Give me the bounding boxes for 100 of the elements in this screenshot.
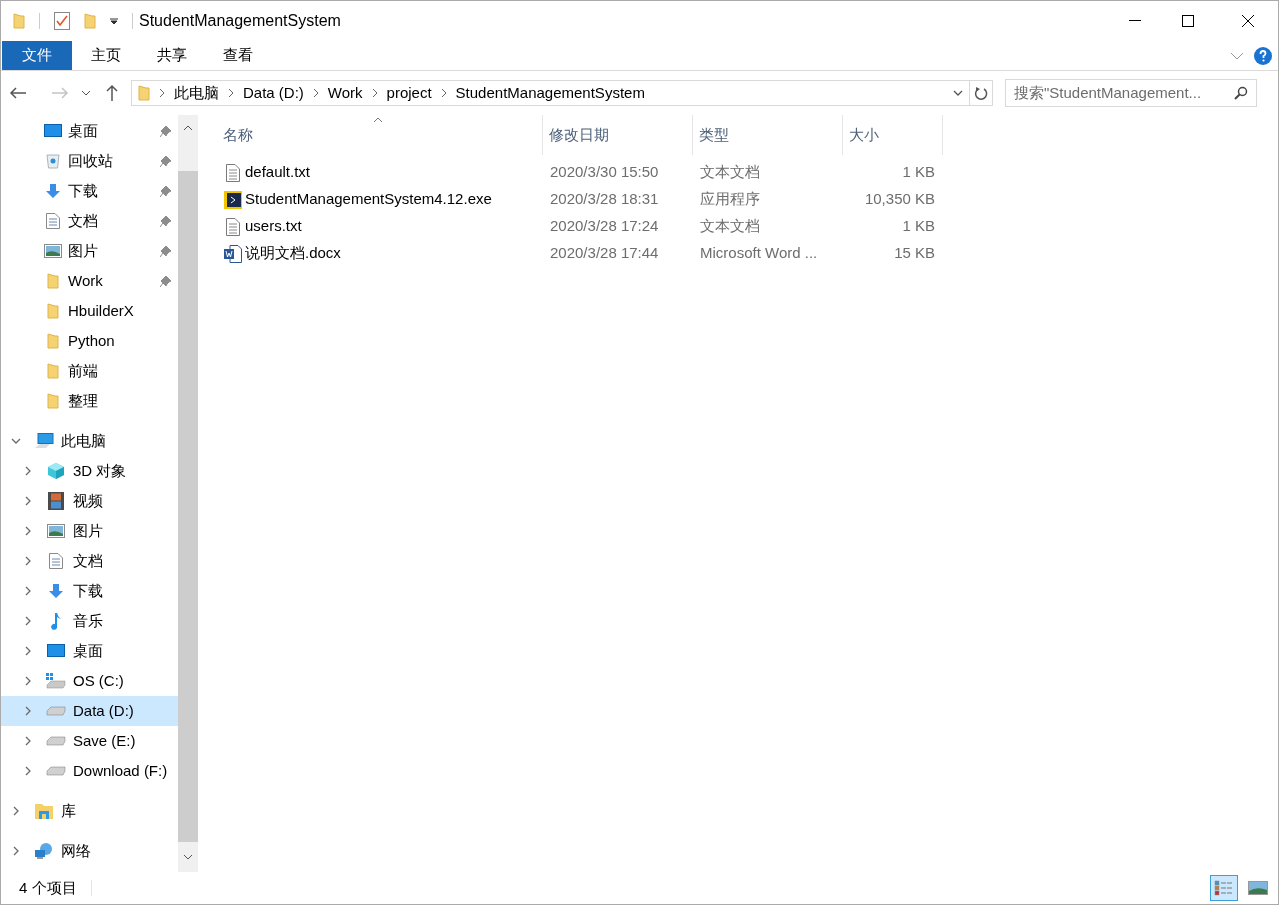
- breadcrumb-chevron-icon[interactable]: [159, 88, 165, 98]
- nav-tree-item[interactable]: 音乐: [1, 606, 178, 636]
- scrollbar[interactable]: [178, 115, 198, 872]
- quick-access-item[interactable]: 整理: [1, 386, 178, 416]
- pin-icon[interactable]: [160, 155, 172, 167]
- pin-icon[interactable]: [160, 185, 172, 197]
- file-type: 文本文档: [699, 162, 761, 183]
- monitor-icon: [44, 124, 62, 138]
- quick-access-item[interactable]: 文档: [1, 206, 178, 236]
- folder-icon: [138, 85, 150, 101]
- quick-access-item[interactable]: 图片: [1, 236, 178, 266]
- maximize-icon: [1182, 15, 1194, 27]
- text-file-icon: [226, 163, 240, 182]
- column-header[interactable]: 名称: [217, 123, 253, 147]
- breadcrumb-segment[interactable]: project: [386, 81, 432, 105]
- window-title: StudentManagementSystem: [139, 11, 341, 31]
- chevron-right-icon[interactable]: [23, 466, 33, 476]
- chevron-right-icon[interactable]: [23, 706, 33, 716]
- quick-access-item[interactable]: 回收站: [1, 146, 178, 176]
- nav-tree-item[interactable]: 桌面: [1, 636, 178, 666]
- quick-access-item[interactable]: Work: [1, 266, 178, 296]
- chevron-right-icon[interactable]: [23, 556, 33, 566]
- expand-ribbon-icon[interactable]: [1230, 51, 1244, 60]
- chevron-right-icon[interactable]: [23, 676, 33, 686]
- address-bar[interactable]: 此电脑 Data (D:) Work project StudentManagementSystem: [131, 80, 993, 106]
- pin-icon[interactable]: [160, 215, 172, 227]
- nav-tree-item[interactable]: 下载: [1, 576, 178, 606]
- breadcrumb-chevron-icon[interactable]: [228, 88, 234, 98]
- nav-tree-item[interactable]: Save (E:): [1, 726, 178, 756]
- down-arrow-icon: [45, 183, 61, 199]
- column-header[interactable]: 修改日期: [543, 123, 609, 147]
- quick-access-item[interactable]: 下载: [1, 176, 178, 206]
- nav-tree-item[interactable]: 库: [1, 796, 178, 826]
- recent-chevron-icon[interactable]: [81, 90, 91, 96]
- back-arrow-icon[interactable]: [9, 86, 27, 100]
- music-note-icon: [50, 612, 62, 630]
- file-row[interactable]: StudentManagementSystem4.12.exe 2020/3/28 18:31 应用程序 10,350 KB: [217, 186, 1278, 213]
- chevron-down-icon[interactable]: [11, 436, 21, 446]
- file-row[interactable]: users.txt 2020/3/28 17:24 文本文档 1 KB: [217, 213, 1278, 240]
- breadcrumb-chevron-icon[interactable]: [371, 88, 378, 98]
- chevron-right-icon[interactable]: [23, 646, 33, 656]
- scroll-up-icon[interactable]: [183, 125, 193, 131]
- chevron-right-icon[interactable]: [11, 846, 21, 856]
- chevron-right-icon[interactable]: [23, 526, 33, 536]
- pin-icon[interactable]: [160, 125, 172, 137]
- network-icon: [34, 842, 54, 860]
- system-drive-icon: [46, 673, 66, 689]
- nav-tree-item[interactable]: 此电脑: [1, 426, 178, 456]
- quick-access-item[interactable]: 桌面: [1, 116, 178, 146]
- ribbon-tab[interactable]: 主页: [73, 41, 138, 70]
- nav-tree-item[interactable]: 视频: [1, 486, 178, 516]
- quick-access-item[interactable]: 前端: [1, 356, 178, 386]
- nav-tree-item[interactable]: OS (C:): [1, 666, 178, 696]
- scroll-down-icon[interactable]: [183, 854, 193, 860]
- quick-access-item[interactable]: HbuilderX: [1, 296, 178, 326]
- modified-date: 2020/3/30 15:50: [549, 162, 660, 183]
- details-view-button[interactable]: [1210, 875, 1238, 901]
- file-row[interactable]: default.txt 2020/3/30 15:50 文本文档 1 KB: [217, 159, 1278, 186]
- history-dropdown-icon[interactable]: [953, 90, 963, 96]
- chevron-right-icon[interactable]: [23, 496, 33, 506]
- nav-tree-item[interactable]: 图片: [1, 516, 178, 546]
- chevron-right-icon[interactable]: [23, 766, 33, 776]
- properties-icon[interactable]: [54, 12, 70, 30]
- column-header[interactable]: 类型: [693, 123, 729, 147]
- computer-icon: [34, 433, 54, 449]
- drive-icon: [46, 766, 66, 776]
- breadcrumb-chevron-icon[interactable]: [440, 88, 447, 98]
- breadcrumb-segment[interactable]: StudentManagementSystem: [455, 81, 645, 105]
- nav-tree-item[interactable]: Data (D:): [1, 696, 178, 726]
- dropdown-caret-icon[interactable]: [110, 17, 118, 25]
- quick-access-item[interactable]: Python: [1, 326, 178, 356]
- search-field[interactable]: 搜索"StudentManagement...: [1005, 79, 1257, 107]
- breadcrumb-chevron-icon[interactable]: [312, 88, 319, 98]
- nav-tree-item[interactable]: 3D 对象: [1, 456, 178, 486]
- search-icon[interactable]: [1234, 86, 1248, 100]
- up-arrow-icon[interactable]: [105, 84, 119, 102]
- file-size: 10,350 KB: [863, 189, 935, 210]
- chevron-right-icon[interactable]: [23, 586, 33, 596]
- ribbon-tab[interactable]: 共享: [139, 41, 204, 70]
- nav-tree-item[interactable]: Download (F:): [1, 756, 178, 786]
- nav-tree-item[interactable]: 网络: [1, 836, 178, 866]
- chevron-right-icon[interactable]: [11, 806, 21, 816]
- folder-icon: [47, 303, 59, 319]
- chevron-right-icon[interactable]: [23, 616, 33, 626]
- breadcrumb-segment[interactable]: Work: [327, 81, 363, 105]
- help-icon[interactable]: [1254, 46, 1272, 65]
- drive-icon: [46, 706, 66, 716]
- refresh-icon[interactable]: [974, 85, 988, 101]
- modified-date: 2020/3/28 17:24: [549, 216, 660, 237]
- pin-icon[interactable]: [160, 275, 172, 287]
- ribbon-tab[interactable]: 文件: [2, 41, 72, 70]
- breadcrumb-segment[interactable]: Data (D:): [243, 81, 304, 105]
- chevron-right-icon[interactable]: [23, 736, 33, 746]
- column-header[interactable]: 大小: [843, 123, 879, 147]
- nav-tree-item[interactable]: 文档: [1, 546, 178, 576]
- file-row[interactable]: 说明文档.docx 2020/3/28 17:44 Microsoft Word ... 15 KB: [217, 240, 1278, 267]
- ribbon-tab[interactable]: 查看: [205, 41, 270, 70]
- breadcrumb-segment[interactable]: 此电脑: [174, 81, 219, 105]
- pin-icon[interactable]: [160, 245, 172, 257]
- folder-icon: [47, 393, 59, 409]
